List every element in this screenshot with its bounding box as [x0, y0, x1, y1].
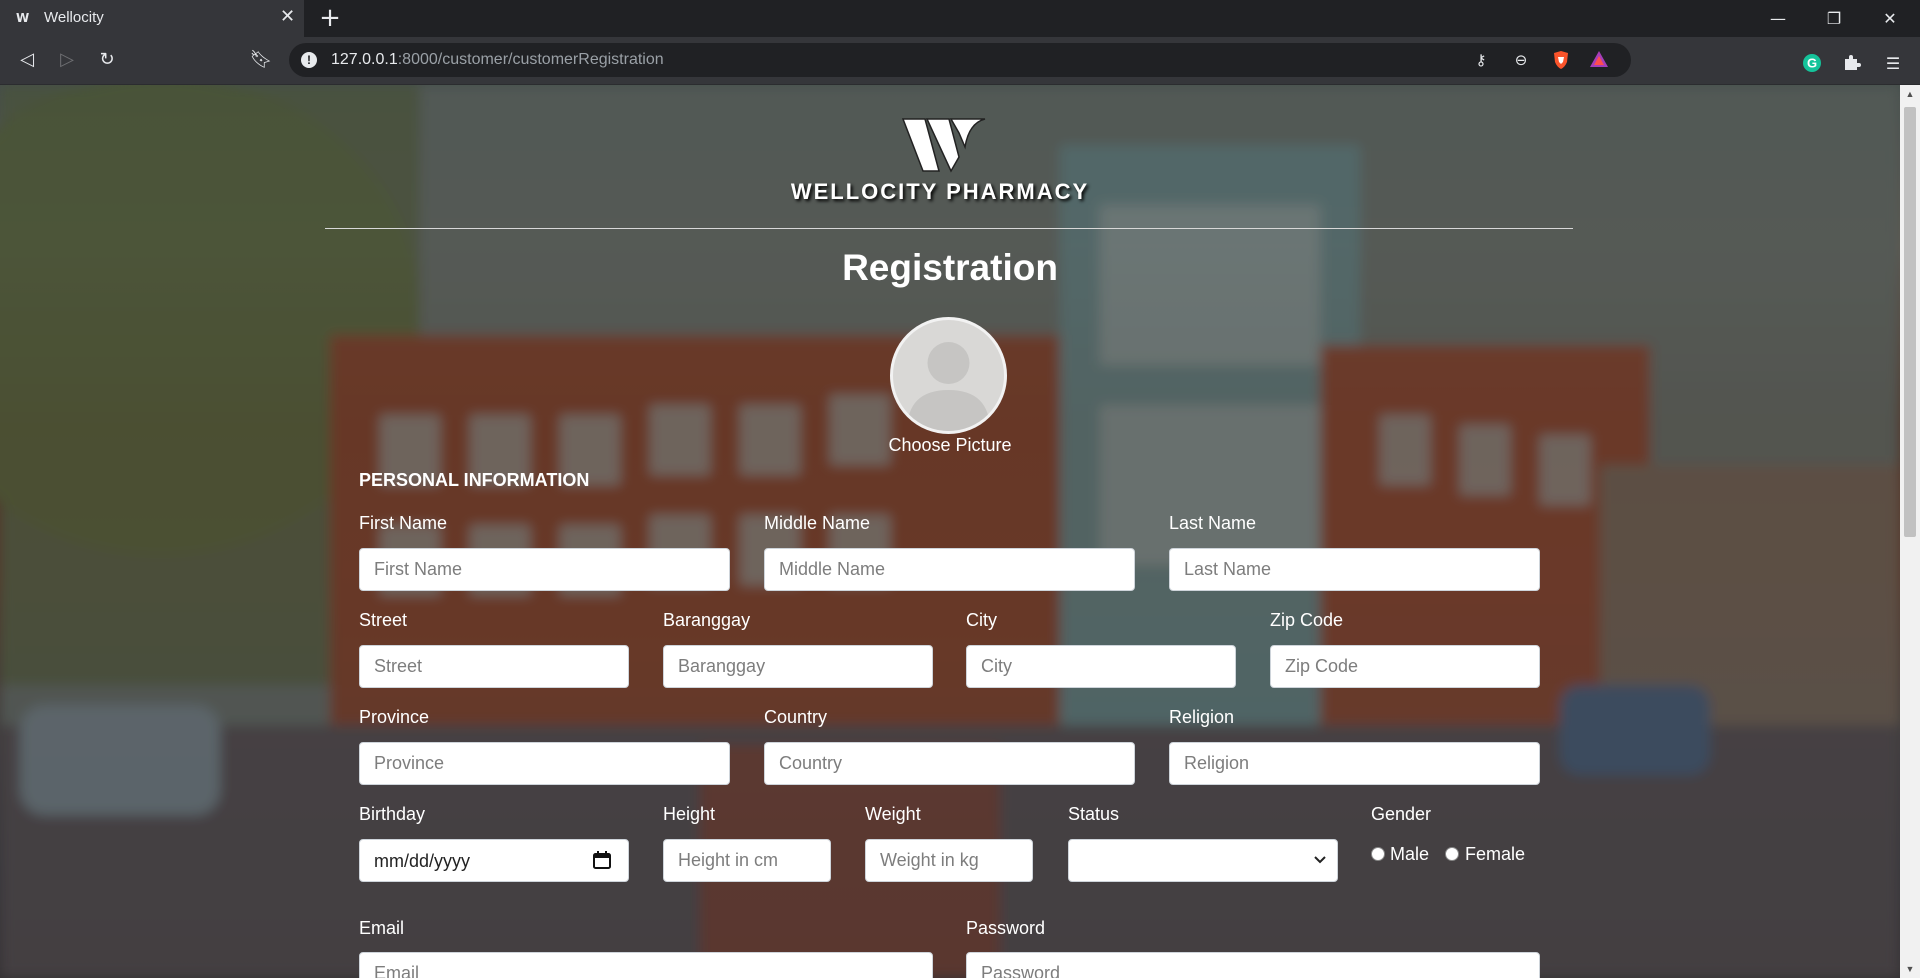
new-tab-button[interactable]: +	[316, 4, 344, 32]
status-label: Status	[1068, 804, 1120, 824]
barangay-label: Baranggay	[663, 610, 751, 630]
browser-toolbar: ◁ ▷ ↻ 🔖︎ ! 127.0.0.1:8000/customer/custo…	[0, 37, 1920, 85]
first-name-input[interactable]	[359, 548, 730, 591]
province-input[interactable]	[359, 742, 730, 785]
minimize-window-button[interactable]: —	[1750, 0, 1806, 37]
page-scrollbar[interactable]: ▲ ▼	[1900, 85, 1920, 978]
province-label: Province	[359, 707, 430, 727]
header-divider	[325, 228, 1573, 229]
brave-shield-icon[interactable]	[1551, 50, 1571, 70]
weight-label: Weight	[865, 804, 921, 824]
street-input[interactable]	[359, 645, 629, 688]
scroll-up-arrow-icon[interactable]: ▲	[1900, 85, 1920, 103]
profile-picture-avatar[interactable]	[890, 317, 1007, 434]
browser-tab-strip: W Wellocity ✕ + — ❐ ✕	[0, 0, 1920, 37]
height-input[interactable]	[663, 839, 831, 882]
choose-picture-link[interactable]: Choose Picture	[850, 435, 1050, 456]
close-tab-icon[interactable]: ✕	[280, 8, 295, 26]
gender-label: Gender	[1371, 804, 1432, 824]
email-input[interactable]	[359, 952, 933, 978]
key-icon[interactable]: ⚷	[1471, 50, 1491, 70]
weight-input[interactable]	[865, 839, 1033, 882]
restore-window-button[interactable]: ❐	[1806, 0, 1862, 37]
reload-button[interactable]: ↻	[94, 47, 120, 73]
site-info-icon[interactable]: !	[301, 52, 317, 68]
wellocity-logo-mark-icon	[901, 118, 986, 173]
zip-code-label: Zip Code	[1270, 610, 1344, 630]
section-personal-information: PERSONAL INFORMATION	[359, 470, 590, 490]
street-label: Street	[359, 610, 408, 630]
birthday-label: Birthday	[359, 804, 426, 824]
last-name-input[interactable]	[1169, 548, 1540, 591]
browser-menu-icon[interactable]: ☰	[1882, 53, 1904, 75]
zip-code-input[interactable]	[1270, 645, 1540, 688]
address-bar[interactable]: ! 127.0.0.1:8000/customer/customerRegist…	[289, 43, 1631, 77]
last-name-label: Last Name	[1169, 513, 1257, 533]
city-input[interactable]	[966, 645, 1236, 688]
scrollbar-thumb[interactable]	[1904, 107, 1916, 537]
middle-name-label: Middle Name	[764, 513, 871, 533]
default-user-icon	[907, 342, 990, 431]
city-label: City	[966, 610, 997, 630]
religion-input[interactable]	[1169, 742, 1540, 785]
gender-female-radio[interactable]	[1445, 847, 1459, 861]
gender-male-label[interactable]: Male	[1390, 844, 1429, 865]
wellocity-logo: WELLOCITY PHARMACY	[775, 113, 1105, 213]
email-label: Email	[359, 918, 405, 938]
chevron-down-icon	[1314, 856, 1326, 864]
birthday-value: mm/dd/yyyy	[374, 851, 471, 871]
page-viewport: WELLOCITY PHARMACY Registration Choose P…	[0, 85, 1900, 978]
brand-name: WELLOCITY PHARMACY	[790, 179, 1090, 204]
url-path: :8000/customer/customerRegistration	[397, 51, 664, 68]
religion-label: Religion	[1169, 707, 1235, 727]
url-text[interactable]: 127.0.0.1:8000/customer/customerRegistra…	[331, 51, 664, 69]
brave-rewards-icon[interactable]	[1589, 50, 1609, 70]
first-name-label: First Name	[359, 513, 448, 533]
tab-title: Wellocity	[44, 9, 104, 26]
back-button[interactable]: ◁	[14, 47, 40, 73]
barangay-input[interactable]	[663, 645, 933, 688]
country-label: Country	[764, 707, 828, 727]
url-host: 127.0.0.1	[331, 51, 398, 68]
country-input[interactable]	[764, 742, 1135, 785]
browser-tab[interactable]: W Wellocity ✕	[0, 0, 304, 37]
extensions-puzzle-icon[interactable]	[1841, 53, 1863, 75]
scroll-down-arrow-icon[interactable]: ▼	[1900, 960, 1920, 978]
gender-female-label[interactable]: Female	[1465, 844, 1525, 865]
grammarly-icon[interactable]: G	[1801, 53, 1823, 75]
birthday-date-input[interactable]: mm/dd/yyyy	[359, 839, 629, 882]
wellocity-favicon-icon: W	[16, 11, 30, 25]
svg-text:G: G	[1807, 56, 1817, 71]
close-window-button[interactable]: ✕	[1862, 0, 1918, 37]
zoom-icon[interactable]: ⊖	[1511, 50, 1531, 70]
height-label: Height	[663, 804, 716, 824]
calendar-icon[interactable]	[592, 850, 612, 870]
password-label: Password	[966, 918, 1046, 938]
bookmark-icon[interactable]: 🔖︎	[248, 47, 274, 73]
password-input[interactable]	[966, 952, 1540, 978]
status-select[interactable]	[1068, 839, 1338, 882]
middle-name-input[interactable]	[764, 548, 1135, 591]
forward-button[interactable]: ▷	[54, 47, 80, 73]
gender-male-radio[interactable]	[1371, 847, 1385, 861]
page-title: Registration	[842, 247, 1058, 288]
